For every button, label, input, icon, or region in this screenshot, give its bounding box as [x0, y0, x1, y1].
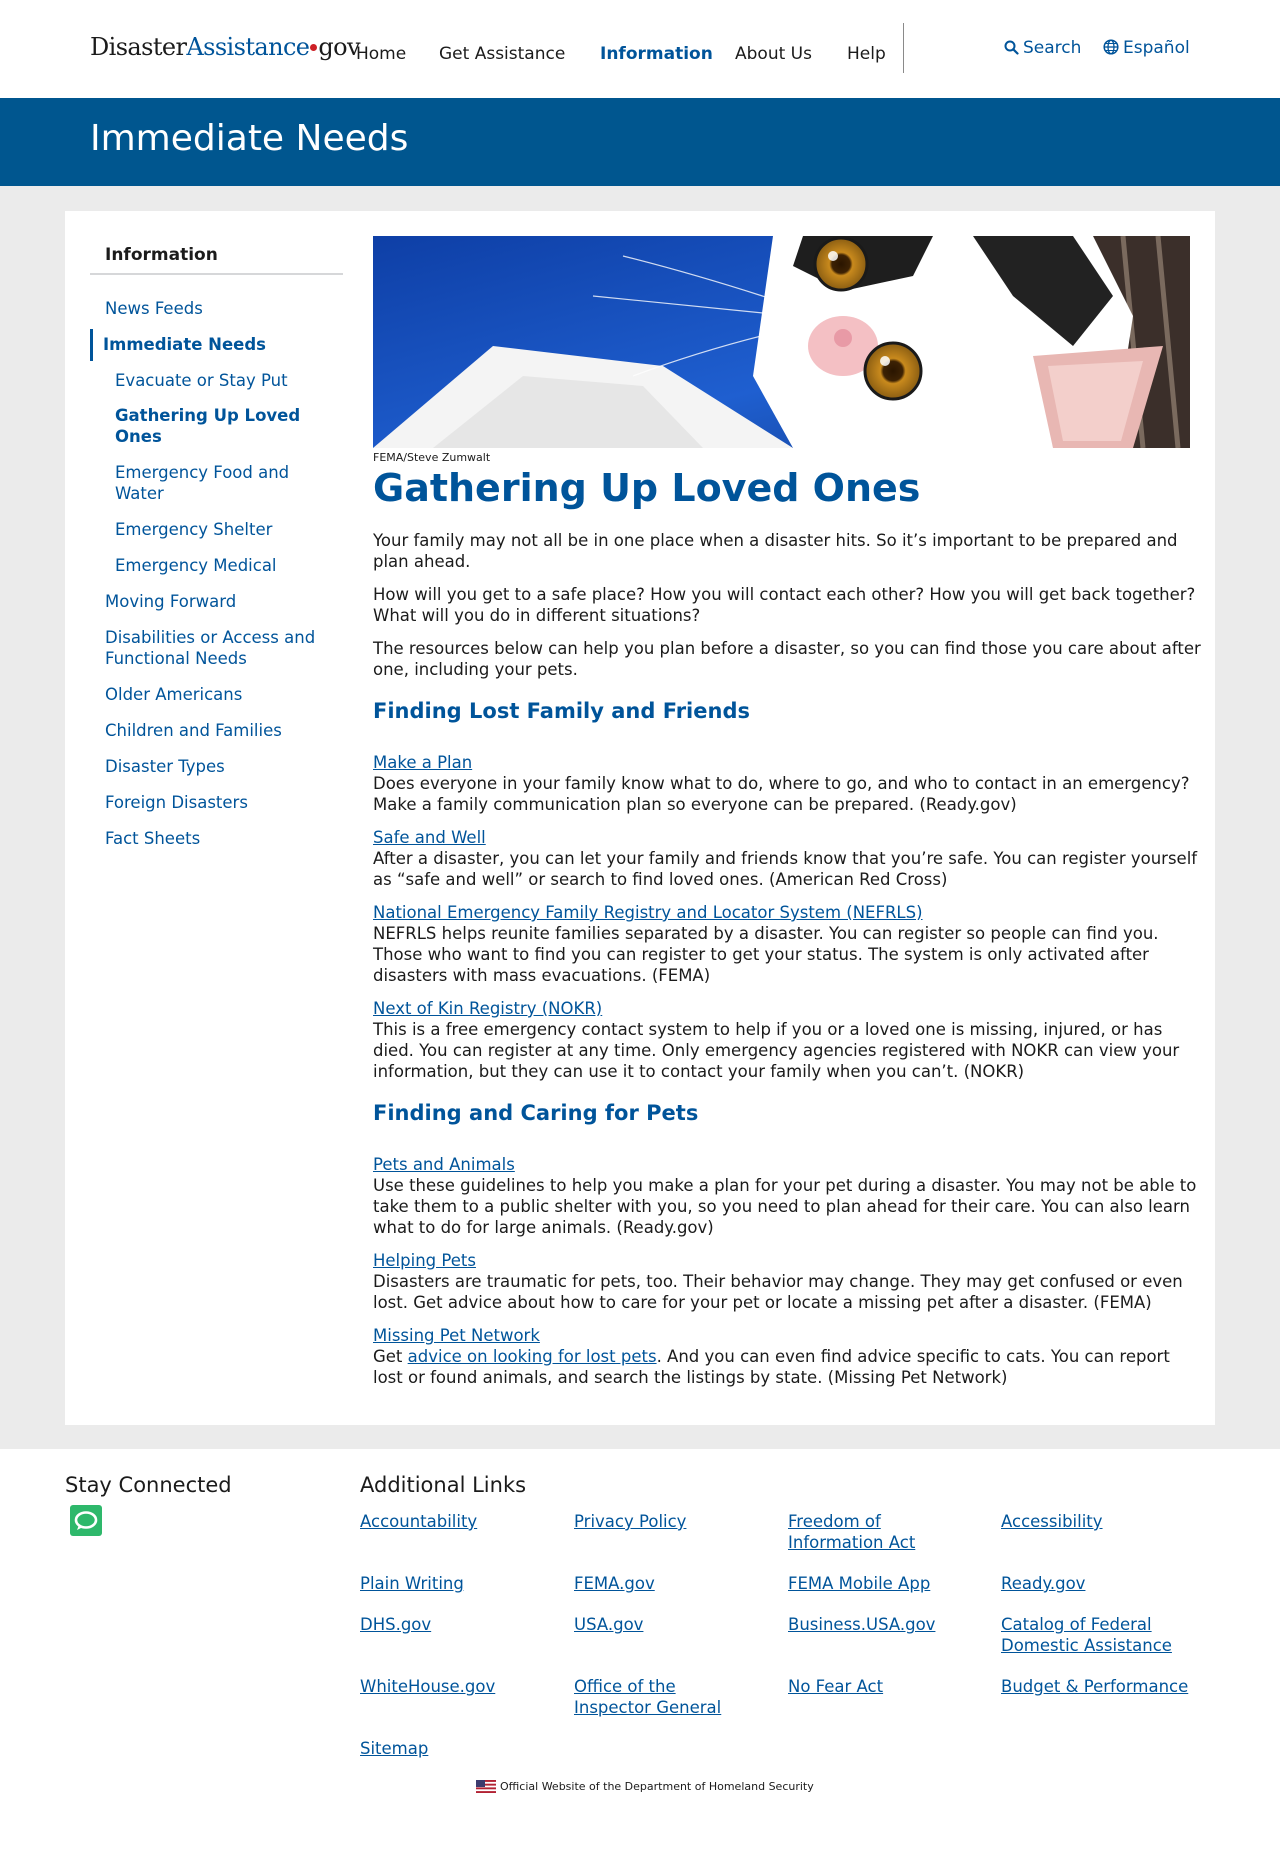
site-header: DisasterAssistance gov Home Get Assistanc…: [0, 0, 1280, 98]
official-text: Official Website of the Department of Ho…: [500, 1780, 814, 1793]
resource-description: Get advice on looking for lost pets. And…: [373, 1346, 1203, 1388]
resource-item: Helping Pets Disasters are traumatic for…: [373, 1250, 1203, 1313]
sidebar-item-disaster-types[interactable]: Disaster Types: [105, 756, 335, 777]
resource-item: Safe and Well After a disaster, you can …: [373, 827, 1203, 890]
logo-word-assistance: Assistance: [186, 33, 310, 61]
sidebar-item-fact-sheets[interactable]: Fact Sheets: [105, 828, 335, 849]
chat-icon[interactable]: [70, 1505, 102, 1536]
footer-link-usa[interactable]: USA.gov: [574, 1614, 774, 1635]
lost-pets-advice-link[interactable]: advice on looking for lost pets: [408, 1347, 657, 1366]
language-link[interactable]: Español: [1103, 38, 1190, 58]
logo-dot: [310, 44, 318, 51]
resource-description: Disasters are traumatic for pets, too. T…: [373, 1272, 1183, 1312]
sidebar-active-indicator: [90, 329, 93, 361]
footer-link-catalog-federal-assistance[interactable]: Catalog of Federal Domestic Assistance: [1001, 1614, 1181, 1656]
sidebar-item-evacuate[interactable]: Evacuate or Stay Put: [115, 370, 315, 391]
footer-link-fema-mobile-app[interactable]: FEMA Mobile App: [788, 1573, 988, 1594]
nav-divider: [903, 23, 904, 73]
sidebar-item-news-feeds[interactable]: News Feeds: [105, 298, 203, 319]
resource-link-pets-and-animals[interactable]: Pets and Animals: [373, 1154, 515, 1175]
banner-title: Immediate Needs: [90, 118, 409, 159]
footer-link-ready[interactable]: Ready.gov: [1001, 1573, 1201, 1594]
photo-credit: FEMA/Steve Zumwalt: [373, 451, 491, 464]
footer-link-plain-writing[interactable]: Plain Writing: [360, 1573, 560, 1594]
nav-get-assistance[interactable]: Get Assistance: [439, 44, 565, 64]
nav-home[interactable]: Home: [356, 44, 406, 64]
description-text: Get: [373, 1347, 408, 1366]
nav-help[interactable]: Help: [847, 44, 886, 64]
sidebar-item-emergency-medical[interactable]: Emergency Medical: [115, 555, 325, 576]
resource-description: NEFRLS helps reunite families separated …: [373, 924, 1159, 985]
footer-link-budget-performance[interactable]: Budget & Performance: [1001, 1676, 1221, 1697]
search-icon: [1004, 40, 1019, 55]
resource-description: Does everyone in your family know what t…: [373, 774, 1190, 814]
hero-image: [373, 236, 1190, 448]
sidebar-item-moving-forward[interactable]: Moving Forward: [105, 591, 335, 612]
sidebar-item-gathering-up-loved-ones[interactable]: Gathering Up Loved Ones: [115, 405, 315, 447]
resource-link-safe-and-well[interactable]: Safe and Well: [373, 827, 1203, 848]
sidebar-heading: Information: [105, 245, 218, 265]
page-banner: Immediate Needs: [0, 98, 1280, 186]
sidebar-item-older-americans[interactable]: Older Americans: [105, 684, 335, 705]
logo-word-disaster: Disaster: [90, 33, 187, 61]
sidebar-divider: [90, 273, 343, 275]
intro-paragraph-3: The resources below can help you plan be…: [373, 639, 1201, 679]
footer-link-fema[interactable]: FEMA.gov: [574, 1573, 774, 1594]
language-label: Español: [1123, 38, 1190, 58]
resource-description: After a disaster, you can let your famil…: [373, 849, 1198, 889]
sidebar-item-disabilities[interactable]: Disabilities or Access and Functional Ne…: [105, 627, 340, 669]
footer-link-foia[interactable]: Freedom of Information Act: [788, 1511, 938, 1553]
content-card: Information News Feeds Immediate Needs E…: [65, 211, 1215, 1425]
sidebar-item-children-families[interactable]: Children and Families: [105, 720, 340, 741]
search-link[interactable]: Search: [1004, 38, 1081, 58]
intro-paragraph-2: How will you get to a safe place? How yo…: [373, 585, 1196, 625]
footer-link-whitehouse[interactable]: WhiteHouse.gov: [360, 1676, 560, 1697]
resource-item: Next of Kin Registry (NOKR) This is a fr…: [373, 998, 1203, 1082]
site-logo[interactable]: DisasterAssistance gov: [90, 33, 361, 61]
resource-item: National Emergency Family Registry and L…: [373, 902, 1203, 986]
us-flag-icon: [476, 1780, 496, 1793]
footer-link-privacy-policy[interactable]: Privacy Policy: [574, 1511, 774, 1532]
site-footer: Stay Connected Additional Links Accounta…: [0, 1449, 1280, 1859]
search-label: Search: [1023, 38, 1082, 58]
resource-link-missing-pet-network[interactable]: Missing Pet Network: [373, 1325, 540, 1346]
footer-link-dhs[interactable]: DHS.gov: [360, 1614, 560, 1635]
sidebar-item-immediate-needs[interactable]: Immediate Needs: [103, 334, 266, 355]
resource-item: Pets and Animals Use these guidelines to…: [373, 1154, 1203, 1238]
footer-link-no-fear-act[interactable]: No Fear Act: [788, 1676, 988, 1697]
logo-word-gov: gov: [318, 33, 360, 61]
sidebar-item-emergency-shelter[interactable]: Emergency Shelter: [115, 519, 325, 540]
resource-link-make-a-plan[interactable]: Make a Plan: [373, 752, 1203, 773]
official-website-notice: Official Website of the Department of Ho…: [476, 1780, 814, 1793]
footer-link-accountability[interactable]: Accountability: [360, 1511, 560, 1532]
nav-information[interactable]: Information: [600, 44, 713, 64]
footer-link-accessibility[interactable]: Accessibility: [1001, 1511, 1201, 1532]
resource-item: Missing Pet Network Get advice on lookin…: [373, 1325, 1203, 1388]
sidebar-item-foreign-disasters[interactable]: Foreign Disasters: [105, 792, 335, 813]
page-title: Gathering Up Loved Ones: [373, 466, 921, 510]
nav-about-us[interactable]: About Us: [735, 44, 812, 64]
resource-description: This is a free emergency contact system …: [373, 1020, 1180, 1081]
section-heading-pets: Finding and Caring for Pets: [373, 1101, 699, 1125]
intro-paragraph-1: Your family may not all be in one place …: [373, 531, 1178, 571]
additional-links-heading: Additional Links: [360, 1473, 527, 1497]
globe-icon: [1103, 39, 1119, 55]
footer-link-inspector-general[interactable]: Office of the Inspector General: [574, 1676, 734, 1718]
resource-item: Make a Plan Does everyone in your family…: [373, 752, 1203, 815]
resource-link-helping-pets[interactable]: Helping Pets: [373, 1250, 476, 1271]
resource-link-nokr[interactable]: Next of Kin Registry (NOKR): [373, 998, 602, 1019]
footer-link-sitemap[interactable]: Sitemap: [360, 1738, 560, 1759]
resource-description: Use these guidelines to help you make a …: [373, 1176, 1197, 1237]
stay-connected-heading: Stay Connected: [65, 1473, 232, 1497]
section-heading-lost-family: Finding Lost Family and Friends: [373, 699, 750, 723]
resource-link-nefrls[interactable]: National Emergency Family Registry and L…: [373, 902, 923, 923]
sidebar-item-emergency-food[interactable]: Emergency Food and Water: [115, 462, 315, 504]
footer-link-business-usa[interactable]: Business.USA.gov: [788, 1614, 988, 1635]
kitten-photo: [373, 236, 1190, 448]
